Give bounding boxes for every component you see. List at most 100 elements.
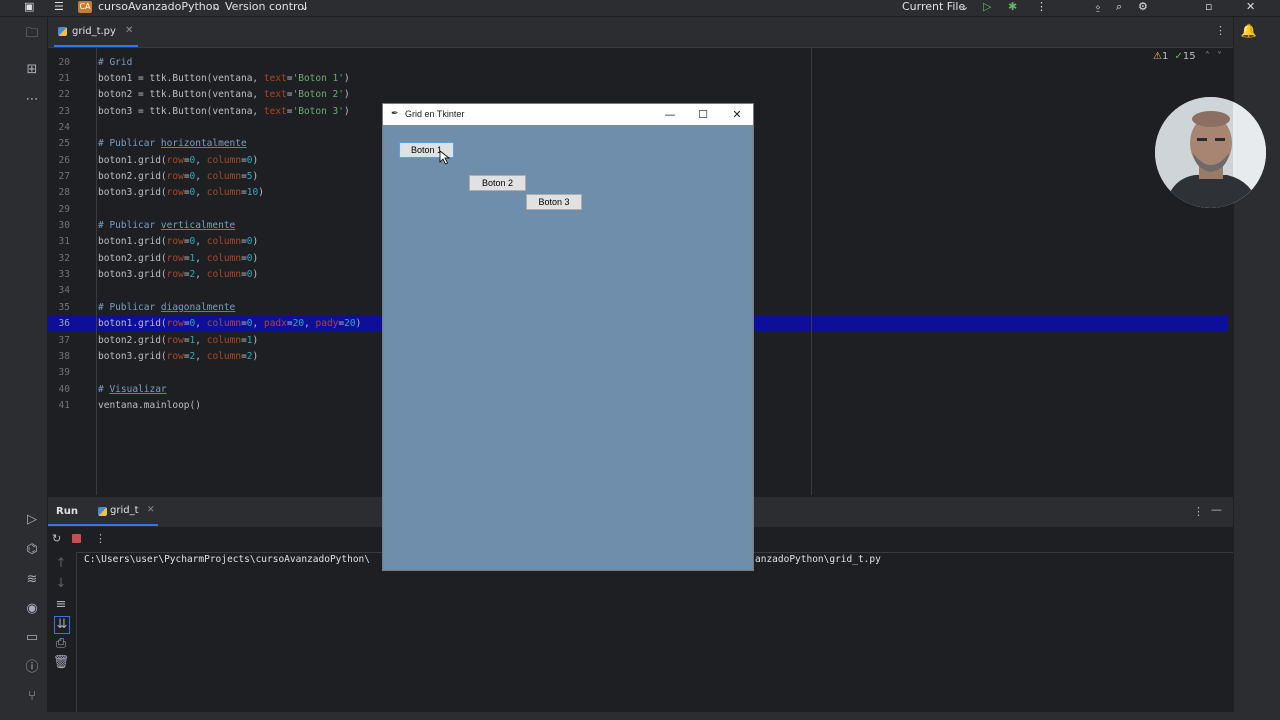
debug-icon[interactable]: ✱ [1008,0,1017,13]
services-icon[interactable]: ◉ [22,601,42,617]
code-line-37: boton2.grid(row=1, column=1) [98,335,259,346]
gear-icon[interactable]: ⚙ [1138,0,1148,13]
mouse-cursor-icon [439,150,451,165]
ok-count: 15 [1182,51,1196,62]
print-icon[interactable]: ⎙ [51,636,71,652]
warning-icon: ⚠ [1153,51,1162,62]
run-side-toolbar: ↑ ↓ ≡ ⇊ ⎙ 🗑 [48,552,77,720]
code-line-23: boton3 = ttk.Button(ventana, text='Boton… [98,106,350,117]
rerun-icon[interactable]: ↻ [52,532,61,545]
chevron-down-icon: ⌄ [960,0,970,13]
line-number: 25 [58,138,70,149]
run-icon[interactable]: ▷ [983,0,991,13]
line-number: 37 [58,335,70,346]
code-line-32: boton2.grid(row=1, column=0) [98,253,259,264]
presenter-avatar [1155,97,1266,208]
scroll-to-end-icon[interactable]: ⇊ [54,616,70,634]
webcam-overlay [1155,97,1266,208]
minimize-panel-icon[interactable]: — [1211,503,1222,516]
run-tab-grid-t[interactable]: grid_t ✕ [48,496,158,526]
line-number: 24 [58,122,70,133]
python-packages-icon[interactable]: ⌬ [22,542,42,558]
chevron-down-icon: ⌄ [300,0,310,13]
line-number: 38 [58,351,70,362]
line-number: 35 [58,302,70,313]
python-file-icon [98,507,107,516]
code-line-26: boton1.grid(row=0, column=0) [98,155,259,166]
restore-window-icon[interactable]: ▫ [1205,0,1212,13]
maximize-icon[interactable]: ☐ [688,106,718,123]
close-icon[interactable]: ✕ [125,25,133,36]
trash-icon[interactable]: 🗑 [51,655,71,671]
line-number: 20 [58,57,70,68]
check-icon: ✓ [1174,51,1183,62]
line-number: 39 [58,367,70,378]
soft-wrap-icon[interactable]: ≡ [51,597,71,613]
line-number: 34 [58,285,70,296]
close-icon[interactable]: ✕ [722,106,752,123]
vcs-widget[interactable]: Version control [225,0,307,13]
tkinter-window[interactable]: ✒ Grid en Tkinter — ☐ ✕ Boton 1 Boton 2 … [382,103,754,571]
boton-3-button[interactable]: Boton 3 [526,194,582,210]
more-icon[interactable]: ⋮ [1215,24,1226,37]
line-number: 30 [58,220,70,231]
close-icon[interactable]: ✕ [147,505,155,515]
run-tab-label: grid_t [110,505,139,516]
bell-icon[interactable]: 🔔 [1239,24,1259,40]
code-line-40: # Visualizar [98,384,167,395]
console-output-tail: anzadoPython\grid_t.py [755,554,881,565]
boton-2-button[interactable]: Boton 2 [469,175,526,191]
folder-icon[interactable]: 🗀 [22,26,42,42]
add-user-icon[interactable]: ⍚ [1095,0,1102,14]
chevron-down-icon[interactable]: ˅ [1217,51,1222,62]
status-bar [0,712,1280,720]
code-line-38: boton3.grid(row=2, column=2) [98,351,259,362]
code-line-28: boton3.grid(row=0, column=10) [98,187,264,198]
code-line-25: # Publicar horizontalmente [98,138,247,149]
line-number: 31 [58,236,70,247]
line-number: 28 [58,187,70,198]
line-number: 36 [58,318,70,329]
close-window-icon[interactable]: ✕ [1246,0,1255,13]
problems-icon[interactable]: ⓘ [22,660,42,676]
more-icon[interactable]: ⋮ [1036,0,1047,13]
more-icon[interactable]: ⋮ [1193,505,1204,518]
code-line-22: boton2 = ttk.Button(ventana, text='Boton… [98,89,350,100]
project-view-icon[interactable]: ▣ [24,0,34,13]
right-margin-guide [811,48,812,495]
python-file-icon [58,27,67,36]
feather-icon: ✒ [391,109,399,119]
arrow-up-icon[interactable]: ↑ [51,556,71,572]
layers-icon[interactable]: ≋ [22,572,42,588]
line-number: 32 [58,253,70,264]
tkinter-window-title: Grid en Tkinter [405,109,465,119]
search-icon[interactable]: ⌕ [1116,0,1122,14]
structure-icon[interactable]: ⊞ [22,62,42,78]
code-line-31: boton1.grid(row=0, column=0) [98,236,259,247]
project-name[interactable]: cursoAvanzadoPython [98,0,219,13]
warning-count: 1 [1161,51,1169,62]
inspections-widget[interactable]: ⚠1 ✓15 ˄ ˅ [1153,51,1222,62]
code-line-36: boton1.grid(row=0, column=0, padx=20, pa… [98,318,362,329]
main-toolbar: ▣ ☰ CA cursoAvanzadoPython ⌄ Version con… [0,0,1280,17]
line-number: 21 [58,73,70,84]
main-menu-icon[interactable]: ☰ [54,0,64,13]
code-line-35: # Publicar diagonalmente [98,302,236,313]
run-config-selector[interactable]: Current File [902,0,965,13]
stop-icon[interactable] [72,534,81,543]
line-number: 41 [58,400,70,411]
console-output[interactable]: C:\Users\user\PycharmProjects\cursoAvanz… [84,554,370,565]
chevron-up-icon[interactable]: ˄ [1205,51,1210,62]
left-tool-strip: 🗀 ⊞ ⋯ ▷ ⌬ ≋ ◉ ▭ ⓘ ⑂ [0,17,48,720]
arrow-down-icon[interactable]: ↓ [51,576,71,592]
minimize-icon[interactable]: — [655,106,685,123]
tkinter-title-bar[interactable]: ✒ Grid en Tkinter — ☐ ✕ [383,104,753,125]
git-icon[interactable]: ⑂ [22,689,42,705]
run-icon[interactable]: ▷ [22,512,42,528]
terminal-icon[interactable]: ▭ [22,630,42,646]
more-icon[interactable]: ⋮ [95,532,106,545]
editor-tab-bar: grid_t.py ✕ ⋮ [48,17,1233,48]
more-icon[interactable]: ⋯ [22,92,42,108]
tab-grid-t-py[interactable]: grid_t.py ✕ [54,17,138,47]
code-line-33: boton3.grid(row=2, column=0) [98,269,259,280]
